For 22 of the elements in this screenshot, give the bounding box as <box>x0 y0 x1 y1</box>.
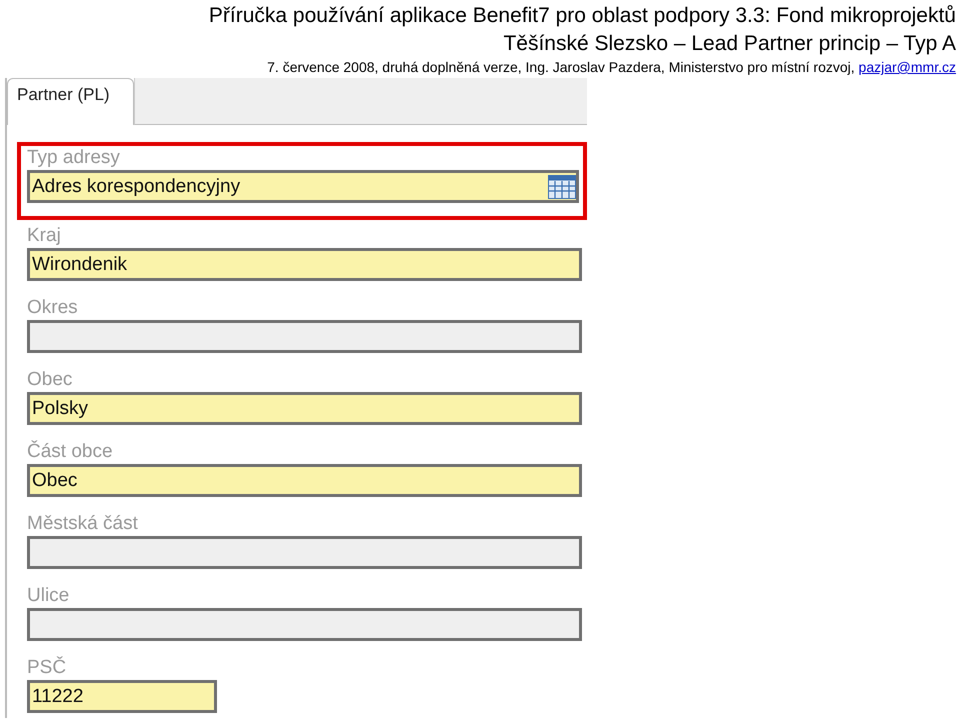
input-field[interactable]: Polsky <box>27 392 582 425</box>
input-field[interactable] <box>27 608 582 641</box>
field-label: Okres <box>27 296 79 320</box>
email-link[interactable]: pazjar@mmr.cz <box>858 59 956 75</box>
calendar-icon[interactable] <box>548 174 576 198</box>
field-label: Typ adresy <box>27 146 121 170</box>
document-title: Příručka používání aplikace Benefit7 pro oblast podpory 3.3: Fond mikroprojektů <box>208 3 956 29</box>
field-label: Část obce <box>27 440 114 464</box>
field-label: Ulice <box>27 584 70 608</box>
field-label: Kraj <box>27 224 62 248</box>
tab[interactable]: Partner (PL) <box>7 78 134 125</box>
document-subtitle: Těšínské Slezsko – Lead Partner princip – Typ A <box>503 31 956 57</box>
field-label: Obec <box>27 368 74 392</box>
input-field[interactable]: 11222 <box>27 680 217 713</box>
byline: 7. července 2008, druhá doplněná verze, Ing. Jaroslav Pazdera, Ministerstvo pro místní rozvoj, <box>267 59 855 75</box>
field-label: PSČ <box>27 656 68 680</box>
input-field[interactable]: Obec <box>27 464 582 497</box>
input-field[interactable] <box>27 536 582 569</box>
field-label: Městská část <box>27 512 139 536</box>
input-field[interactable]: Adres korespondencyjny <box>27 170 579 203</box>
input-field[interactable]: Wirondenik <box>27 248 582 281</box>
input-field[interactable] <box>27 320 582 353</box>
